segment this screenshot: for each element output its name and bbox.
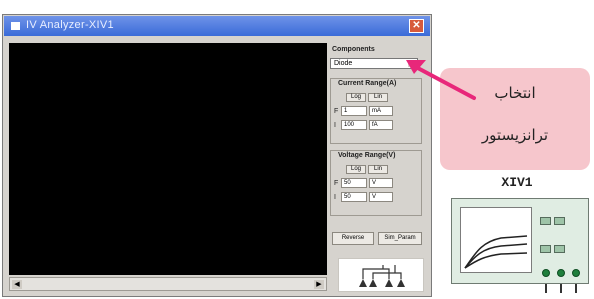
indicator-light — [554, 245, 565, 253]
voltage-i-label: I — [334, 194, 336, 201]
close-button[interactable]: ✕ — [409, 19, 424, 33]
curve-plot-icon — [460, 207, 532, 273]
terminal-pin[interactable] — [572, 269, 580, 277]
instrument-label: XIV1 — [501, 175, 533, 190]
voltage-i-unit-field[interactable]: V — [369, 192, 393, 202]
voltage-f-value-field[interactable]: 50 — [341, 178, 367, 188]
scroll-left-icon[interactable]: ◀ — [12, 280, 22, 289]
terminal-pin[interactable] — [542, 269, 550, 277]
iv-analyzer-instrument[interactable] — [451, 198, 589, 284]
indicator-light — [554, 217, 565, 225]
terminal-lead — [560, 284, 562, 293]
current-i-label: I — [334, 122, 336, 129]
current-f-value-field[interactable]: 1 — [341, 106, 367, 116]
iv-curves-icon — [464, 235, 528, 269]
current-range-label: Current Range(A) — [338, 80, 397, 87]
current-i-unit-field[interactable]: fA — [369, 120, 393, 130]
voltage-log-button[interactable]: Log — [346, 165, 366, 174]
sim-param-button[interactable]: Sim_Param — [378, 232, 422, 245]
indicator-light — [540, 217, 551, 225]
current-log-button[interactable]: Log — [346, 93, 366, 102]
horizontal-scrollbar[interactable]: ◀ ▶ — [9, 277, 327, 291]
diode-symbol-icon — [359, 265, 405, 287]
current-f-label: F — [334, 108, 339, 115]
voltage-lin-button[interactable]: Lin — [368, 165, 388, 174]
components-label: Components — [332, 46, 375, 53]
terminal-lead — [575, 284, 577, 293]
scroll-right-icon[interactable]: ▶ — [314, 280, 324, 289]
terminal-pin[interactable] — [557, 269, 565, 277]
voltage-f-label: F — [334, 180, 339, 187]
component-select-value: Diode — [334, 60, 353, 67]
window-titlebar[interactable]: IV Analyzer-XIV1 ✕ — [4, 16, 430, 36]
voltage-f-unit-field[interactable]: V — [369, 178, 393, 188]
current-i-value-field[interactable]: 100 — [341, 120, 367, 130]
callout-line-2: ترانزیستور — [481, 126, 549, 144]
current-f-unit-field[interactable]: mA — [369, 106, 393, 116]
window-title: IV Analyzer-XIV1 — [26, 19, 114, 31]
reverse-button[interactable]: Reverse — [332, 232, 374, 245]
indicator-light — [540, 245, 551, 253]
callout-arrow-icon — [406, 60, 476, 100]
component-schematic — [338, 258, 424, 292]
current-lin-button[interactable]: Lin — [368, 93, 388, 102]
app-icon — [11, 22, 20, 30]
voltage-range-label: Voltage Range(V) — [338, 152, 396, 159]
terminal-lead — [545, 284, 547, 293]
plot-display[interactable] — [9, 43, 327, 275]
voltage-i-value-field[interactable]: 50 — [341, 192, 367, 202]
